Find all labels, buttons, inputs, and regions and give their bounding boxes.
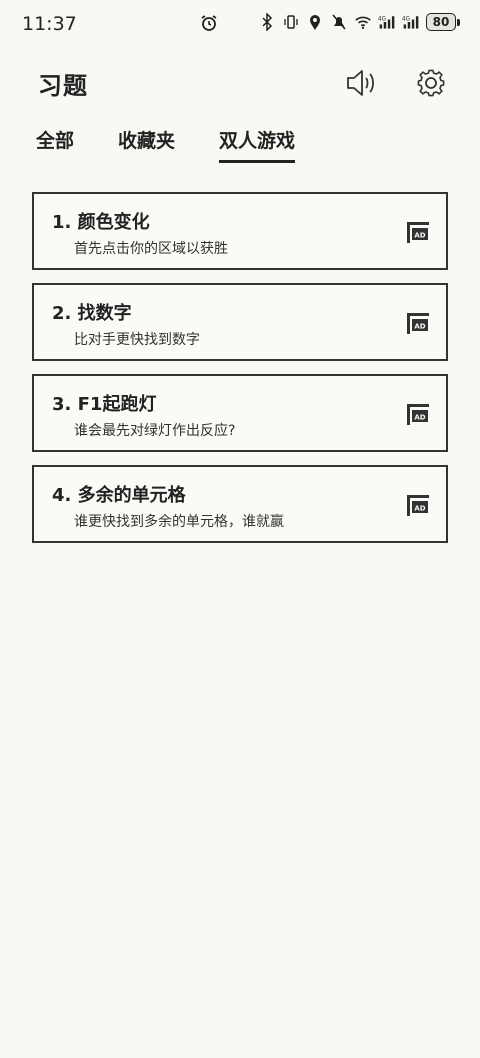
battery-tip (457, 18, 460, 26)
ad-label: AD (414, 232, 425, 240)
list-item[interactable]: 2. 找数字 比对手更快找到数字 AD (32, 283, 448, 361)
vibrate-icon (282, 13, 300, 31)
ad-label: AD (414, 505, 425, 513)
item-description: 谁会最先对绿灯作出反应? (74, 423, 236, 439)
battery-indicator: 80 (426, 13, 456, 31)
tab-all[interactable]: 全部 (36, 126, 74, 157)
list-item[interactable]: 1. 颜色变化 首先点击你的区域以获胜 AD (32, 192, 448, 270)
exercise-list: 1. 颜色变化 首先点击你的区域以获胜 AD 2. 找数字 比对手更快找到数字 … (32, 192, 448, 556)
item-title: 2. 找数字 (52, 303, 132, 324)
status-bar: 11:37 4G 4G 80 (0, 0, 480, 48)
settings-button[interactable] (413, 66, 449, 100)
ad-icon: AD (407, 495, 429, 516)
tab-favorites[interactable]: 收藏夹 (118, 126, 175, 157)
signal-4g-icon: 4G (402, 13, 420, 31)
svg-text:4G: 4G (378, 16, 386, 22)
tab-two-player-games[interactable]: 双人游戏 (219, 126, 296, 163)
app-header: 习题 (0, 58, 480, 108)
speaker-icon (347, 70, 374, 96)
item-title: 3. F1起跑灯 (52, 394, 157, 415)
tab-bar: 全部 收藏夹 双人游戏 (0, 126, 480, 163)
item-title: 4. 多余的单元格 (52, 485, 186, 506)
item-description: 谁更快找到多余的单元格，谁就赢 (74, 514, 284, 530)
ad-icon: AD (407, 404, 429, 425)
list-item[interactable]: 3. F1起跑灯 谁会最先对绿灯作出反应? AD (32, 374, 448, 452)
location-icon (306, 13, 324, 31)
signal-4g-icon: 4G (378, 13, 396, 31)
item-title: 1. 颜色变化 (52, 212, 150, 233)
sound-button[interactable] (344, 66, 380, 100)
item-description: 比对手更快找到数字 (74, 332, 200, 348)
alarm-icon (200, 14, 218, 32)
mute-icon (330, 13, 348, 31)
ad-label: AD (414, 414, 425, 422)
bluetooth-icon (258, 13, 276, 31)
list-item[interactable]: 4. 多余的单元格 谁更快找到多余的单元格，谁就赢 AD (32, 465, 448, 543)
svg-text:4G: 4G (402, 16, 410, 22)
gear-icon (417, 69, 445, 97)
wifi-icon (354, 13, 372, 31)
status-time: 11:37 (22, 13, 77, 35)
ad-label: AD (414, 323, 425, 331)
item-description: 首先点击你的区域以获胜 (74, 241, 228, 257)
ad-icon: AD (407, 313, 429, 334)
page-title: 习题 (38, 72, 88, 100)
ad-icon: AD (407, 222, 429, 243)
